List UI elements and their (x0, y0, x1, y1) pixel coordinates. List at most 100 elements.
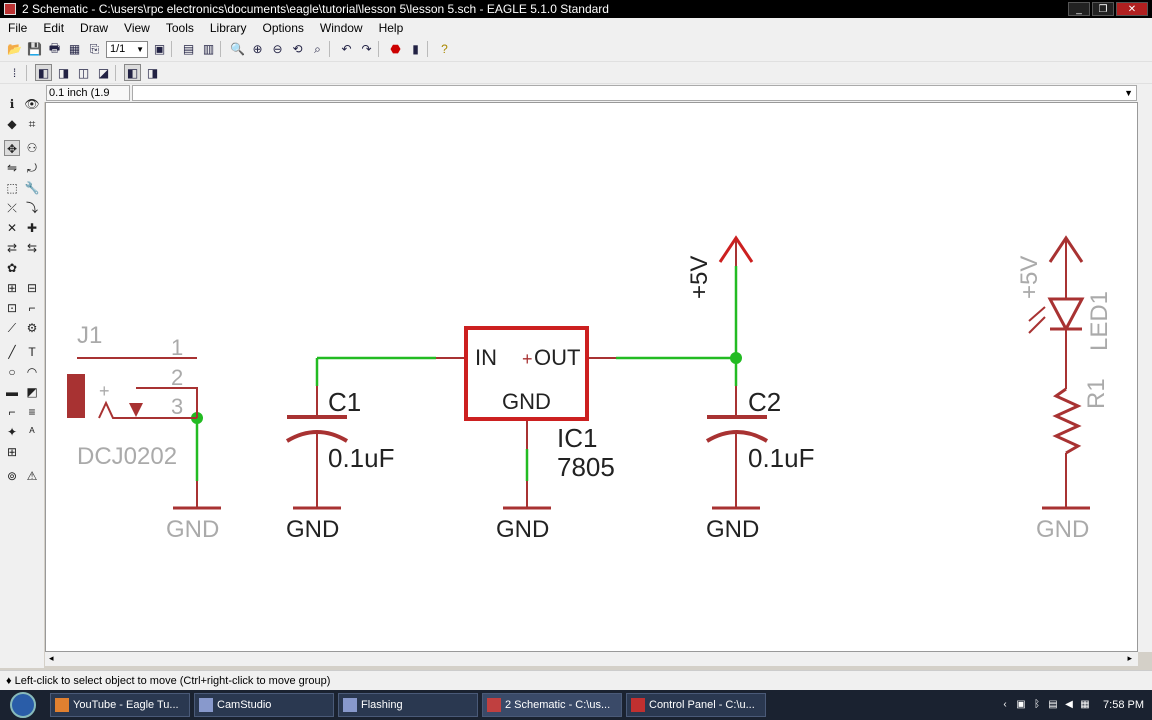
move-mode3-icon[interactable]: ◪ (95, 64, 112, 81)
ic1-regulator[interactable]: IN OUT + GND IC1 7805 GND (436, 326, 616, 543)
chevron-down-icon[interactable]: ▼ (1124, 88, 1133, 98)
polygon-icon[interactable]: ◩ (24, 384, 40, 400)
menu-file[interactable]: File (0, 21, 35, 35)
arc-icon[interactable]: ◠ (24, 364, 40, 380)
mirror-icon[interactable]: ⇋ (4, 160, 20, 176)
j1-connector[interactable]: J1 DCJ0202 1 2 3 + (67, 322, 198, 470)
menu-window[interactable]: Window (312, 21, 371, 35)
redo-icon[interactable]: ↷ (358, 41, 375, 58)
erc-icon[interactable]: ⊚ (4, 468, 20, 484)
menu-library[interactable]: Library (202, 21, 255, 35)
tray-app-icon[interactable]: ▣ (1015, 699, 1027, 711)
tray-expand-icon[interactable]: ‹ (999, 699, 1011, 711)
move-group-icon[interactable]: ◧ (35, 64, 52, 81)
sheet-select[interactable]: 1/1 ▼ (106, 40, 148, 58)
delete-icon[interactable]: ✕ (4, 220, 20, 236)
show-icon[interactable]: 👁 (24, 96, 40, 112)
text-icon[interactable]: T (24, 344, 40, 360)
add-icon[interactable]: ✚ (24, 220, 40, 236)
ulp-icon[interactable]: ▥ (200, 41, 217, 58)
paste-icon[interactable]: ⤵ (24, 200, 40, 216)
script-icon[interactable]: ▤ (180, 41, 197, 58)
help-icon[interactable]: ? (436, 41, 453, 58)
zoom-select-icon[interactable]: ⌕ (309, 41, 326, 58)
change-icon[interactable]: 🔧 (24, 180, 40, 196)
split-icon[interactable]: ⤫ (4, 200, 20, 216)
split2-icon[interactable]: ⟋ (4, 320, 20, 336)
task-eagle-schematic[interactable]: 2 Schematic - C:\us... (482, 693, 622, 717)
c1-capacitor[interactable]: C1 0.1uF GND (285, 386, 395, 543)
task-youtube[interactable]: YouTube - Eagle Tu... (50, 693, 190, 717)
schematic-drawing[interactable]: J1 DCJ0202 1 2 3 + GND C1 0.1uF GND IN O… (46, 103, 1139, 653)
attribute-icon[interactable]: ⊞ (4, 444, 20, 460)
info-icon[interactable]: ℹ (4, 96, 20, 112)
pinswap-icon[interactable]: ⇄ (4, 240, 20, 256)
go-icon[interactable]: ▮ (407, 41, 424, 58)
grid-icon[interactable]: ⁞ (6, 64, 23, 81)
mirror2-icon[interactable]: ◨ (144, 64, 161, 81)
command-line[interactable]: ▼ (132, 85, 1137, 101)
miter-icon[interactable]: ⌐ (24, 300, 40, 316)
replace-icon[interactable]: ✿ (4, 260, 20, 276)
start-button[interactable] (0, 690, 46, 720)
sheet-icon[interactable]: ⎘ (86, 41, 103, 58)
display-icon[interactable]: ◆ (4, 116, 20, 132)
board-icon[interactable]: ▣ (151, 41, 168, 58)
move-mode2-icon[interactable]: ◫ (75, 64, 92, 81)
schematic-canvas[interactable]: J1 DCJ0202 1 2 3 + GND C1 0.1uF GND IN O… (45, 102, 1138, 652)
menu-help[interactable]: Help (371, 21, 412, 35)
menu-options[interactable]: Options (255, 21, 312, 35)
restore-button[interactable]: ❐ (1092, 2, 1114, 16)
task-camstudio[interactable]: CamStudio (194, 693, 334, 717)
task-control-panel[interactable]: Control Panel - C:\u... (626, 693, 766, 717)
value-icon[interactable]: ⊟ (24, 280, 40, 296)
zoom-fit-icon[interactable]: 🔍 (229, 41, 246, 58)
vertical-scrollbar[interactable] (1138, 102, 1152, 652)
copy-icon[interactable]: ⚇ (24, 140, 40, 156)
redraw-icon[interactable]: ⟲ (289, 41, 306, 58)
rotate-icon[interactable]: ⤾ (24, 160, 40, 176)
supply-5v[interactable]: +5V (686, 235, 754, 299)
clock[interactable]: 7:58 PM (1103, 699, 1144, 711)
smash-icon[interactable]: ⊡ (4, 300, 20, 316)
circle-icon[interactable]: ○ (4, 364, 20, 380)
minimize-button[interactable]: _ (1068, 2, 1090, 16)
zoom-out-icon[interactable]: ⊖ (269, 41, 286, 58)
menu-tools[interactable]: Tools (158, 21, 202, 35)
group-icon[interactable]: ⬚ (4, 180, 20, 196)
open-icon[interactable]: 📂 (6, 41, 23, 58)
volume-icon[interactable]: ◀ (1063, 699, 1075, 711)
zoom-in-icon[interactable]: ⊕ (249, 41, 266, 58)
menu-draw[interactable]: Draw (72, 21, 116, 35)
menu-view[interactable]: View (116, 21, 158, 35)
task-flashing[interactable]: Flashing (338, 693, 478, 717)
scroll-left-icon[interactable]: ◂ (49, 653, 54, 664)
name-icon[interactable]: ⊞ (4, 280, 20, 296)
security-icon[interactable]: ▦ (1079, 699, 1091, 711)
print-icon[interactable]: 🖶 (46, 41, 63, 58)
gateswap-icon[interactable]: ⇆ (24, 240, 40, 256)
undo-icon[interactable]: ↶ (338, 41, 355, 58)
cam-icon[interactable]: ▦ (66, 41, 83, 58)
move-mode-icon[interactable]: ◨ (55, 64, 72, 81)
junction-icon[interactable]: ✦ (4, 424, 20, 440)
stop-icon[interactable]: ⬣ (387, 41, 404, 58)
menu-edit[interactable]: Edit (35, 21, 72, 35)
scroll-right-icon[interactable]: ▸ (1127, 653, 1132, 664)
wire-icon[interactable]: ╱ (4, 344, 20, 360)
bluetooth-icon[interactable]: ᛒ (1031, 699, 1043, 711)
junction-dot[interactable] (730, 352, 742, 364)
mirror-icon[interactable]: ◧ (124, 64, 141, 81)
network-icon[interactable]: ▤ (1047, 699, 1059, 711)
bus-icon[interactable]: ⌐ (4, 404, 20, 420)
label-icon[interactable]: ᴬ (24, 424, 40, 440)
rect-icon[interactable]: ▬ (4, 384, 20, 400)
horizontal-scrollbar[interactable]: ◂ ▸ (45, 652, 1138, 666)
move-icon[interactable]: ✥ (4, 140, 20, 156)
errors-icon[interactable]: ⚠ (24, 468, 40, 484)
close-button[interactable]: ✕ (1116, 2, 1148, 16)
invoke-icon[interactable]: ⚙ (24, 320, 40, 336)
net-icon[interactable]: ≡ (24, 404, 40, 420)
save-icon[interactable]: 💾 (26, 41, 43, 58)
led-branch[interactable]: +5V LED1 R1 GND (1016, 235, 1113, 543)
